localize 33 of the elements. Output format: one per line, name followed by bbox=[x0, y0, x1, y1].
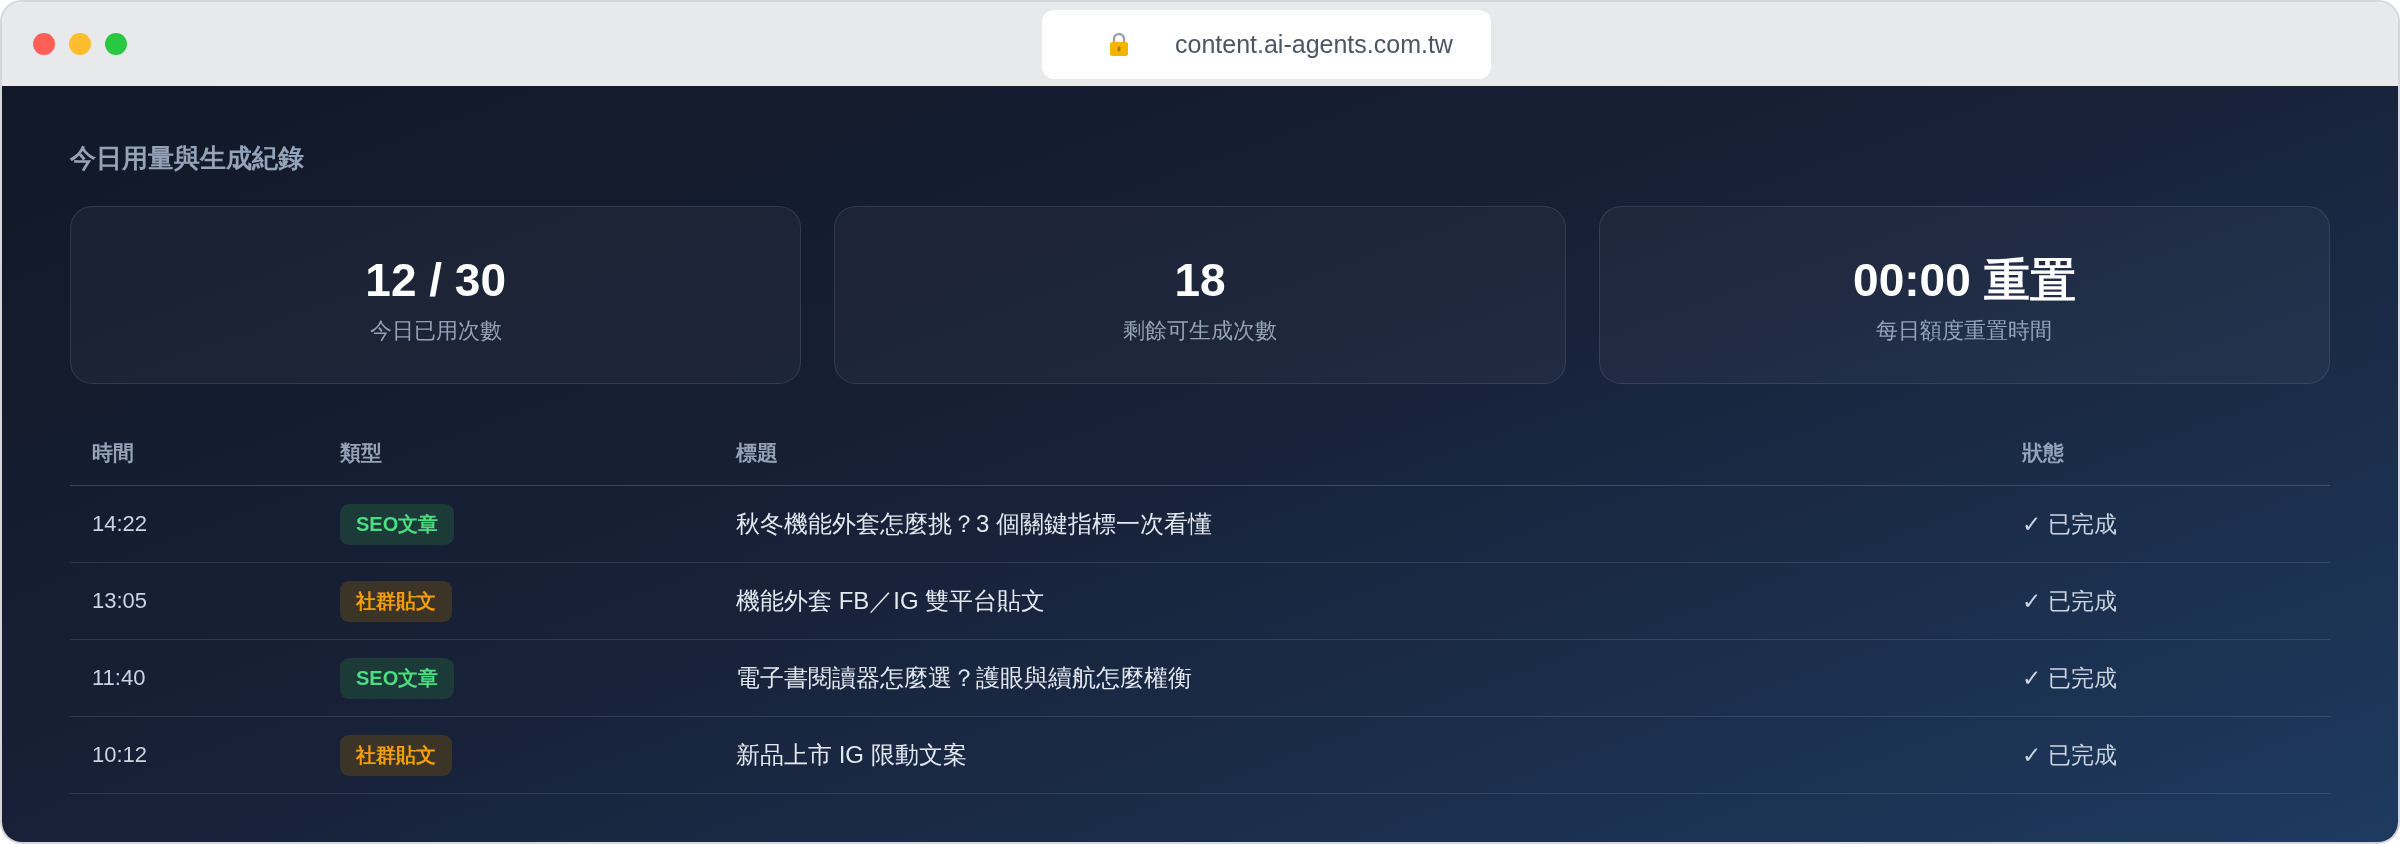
stat-value: 00:00 重置 bbox=[1853, 253, 2076, 308]
section-title: 今日用量與生成紀錄 bbox=[70, 142, 304, 175]
stat-value: 12 / 30 bbox=[365, 253, 506, 308]
article-title: 機能外套 FB／IG 雙平台貼文 bbox=[736, 586, 1046, 616]
type-tag: SEO文章 bbox=[340, 503, 455, 545]
stat-label: 剩餘可生成次數 bbox=[1123, 317, 1277, 345]
column-heading: 狀態 bbox=[2022, 439, 2064, 466]
address-bar[interactable]: content.ai-agents.com.tw bbox=[1042, 9, 1491, 79]
status-text: ✓ 已完成 bbox=[2022, 509, 2117, 539]
url-text: content.ai-agents.com.tw bbox=[1175, 29, 1453, 59]
article-title: 新品上市 IG 限動文案 bbox=[736, 740, 967, 770]
time-text: 13:05 bbox=[92, 588, 148, 614]
status-text: ✓ 已完成 bbox=[2022, 740, 2117, 770]
window-close-icon[interactable] bbox=[33, 33, 55, 55]
status-text: ✓ 已完成 bbox=[2022, 586, 2117, 616]
time-text: 11:40 bbox=[92, 665, 146, 691]
stat-label: 今日已用次數 bbox=[369, 317, 502, 345]
type-tag: SEO文章 bbox=[340, 657, 455, 699]
status-text: ✓ 已完成 bbox=[2022, 663, 2117, 693]
type-tag: 社群貼文 bbox=[340, 580, 452, 622]
time-text: 10:12 bbox=[92, 742, 148, 768]
time-text: 14:22 bbox=[92, 511, 148, 537]
type-tag: 社群貼文 bbox=[340, 734, 452, 776]
stat-value: 18 bbox=[1174, 253, 1226, 308]
column-heading: 類型 bbox=[340, 439, 382, 466]
column-heading: 標題 bbox=[736, 439, 778, 466]
article-title: 秋冬機能外套怎麼挑？3 個關鍵指標一次看懂 bbox=[736, 509, 1212, 539]
window-zoom-icon[interactable] bbox=[105, 33, 127, 55]
column-heading: 時間 bbox=[92, 439, 134, 466]
lock-icon bbox=[1109, 32, 1129, 56]
stat-label: 每日額度重置時間 bbox=[1876, 317, 2053, 345]
window-minimize-icon[interactable] bbox=[69, 33, 91, 55]
article-title: 電子書閱讀器怎麼選？護眼與續航怎麼權衡 bbox=[736, 663, 1192, 693]
